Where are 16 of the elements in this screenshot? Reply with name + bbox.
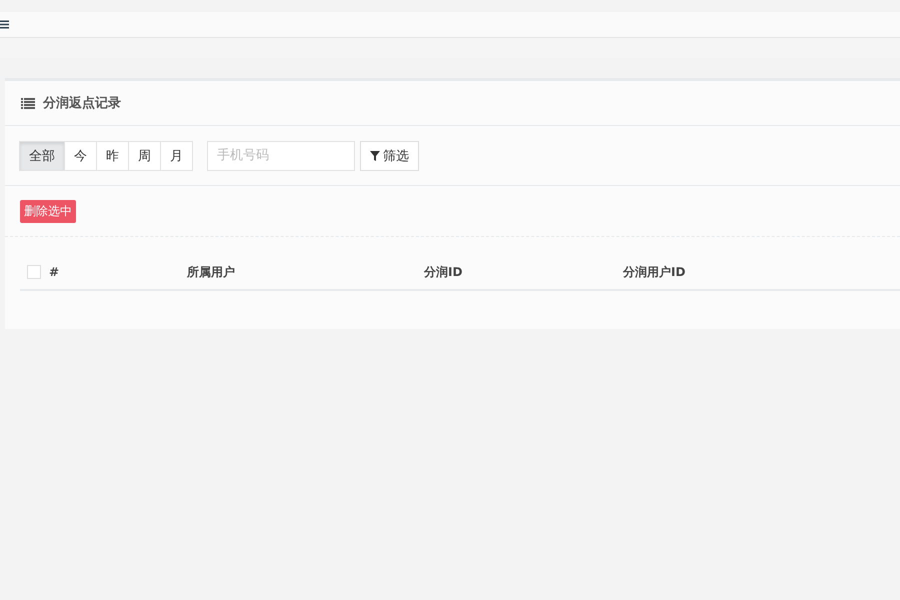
filter-icon (370, 150, 380, 160)
phone-search-field[interactable]: 手机号码 (207, 140, 355, 170)
date-tab[interactable]: 周 (128, 140, 161, 170)
menu-icon[interactable] (0, 20, 9, 29)
select-all-checkbox[interactable] (27, 265, 41, 279)
card-title: 分润返点记录 (43, 94, 121, 112)
date-tab[interactable]: 全部 (19, 140, 65, 170)
date-tab[interactable]: 昨 (96, 140, 129, 170)
list-icon (21, 98, 35, 108)
column-header: 所属用户 (187, 264, 235, 278)
column-header: 分润用户ID (623, 264, 686, 278)
column-header: 分润ID (424, 264, 462, 278)
date-tab[interactable]: 今 (64, 140, 97, 170)
column-header: # (49, 265, 60, 279)
filter-button[interactable]: 筛选 (360, 140, 419, 170)
date-tab[interactable]: 月 (160, 140, 193, 170)
